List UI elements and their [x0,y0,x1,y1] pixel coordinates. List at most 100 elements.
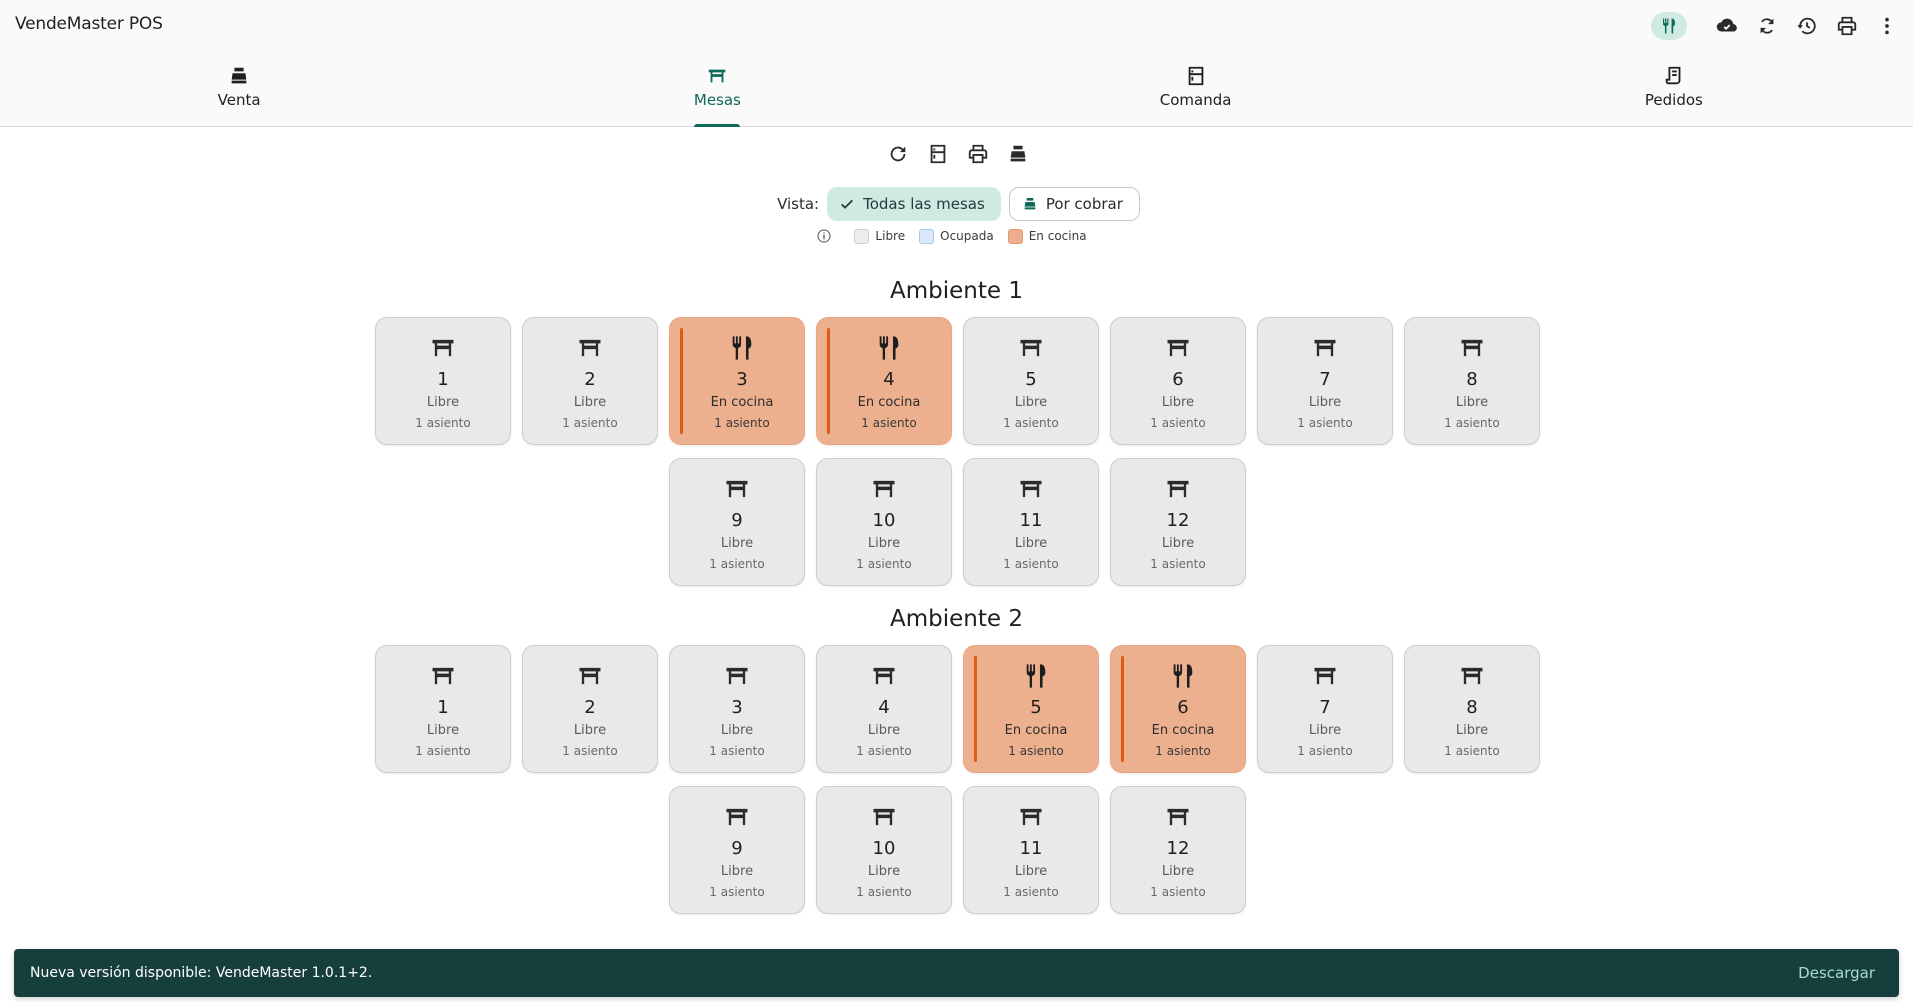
table-card[interactable]: 11 Libre 1 asiento [963,786,1099,914]
table-card[interactable]: 3 En cocina 1 asiento [669,317,805,445]
table-card[interactable]: 8 Libre 1 asiento [1404,645,1540,773]
table-number: 5 [1025,369,1037,390]
table-card[interactable]: 6 Libre 1 asiento [1110,317,1246,445]
table-seats: 1 asiento [856,557,912,571]
table-card[interactable]: 3 Libre 1 asiento [669,645,805,773]
table-number: 5 [1030,697,1042,718]
table-card[interactable]: 9 Libre 1 asiento [669,786,805,914]
table-icon [1016,475,1046,503]
cloud-status-button[interactable] [1709,8,1745,44]
download-button[interactable]: Descargar [1798,964,1875,982]
cash-register-icon [1022,196,1038,212]
legend-swatch-en-cocina [1007,228,1023,244]
refresh-icon [887,143,909,165]
table-card[interactable]: 5 En cocina 1 asiento [963,645,1099,773]
tab-venta[interactable]: Venta [0,50,478,126]
kitchen-icon [1185,65,1207,87]
kitchen-button[interactable] [926,142,950,166]
table-number: 8 [1466,697,1478,718]
table-card[interactable]: 9 Libre 1 asiento [669,458,805,586]
table-number: 6 [1172,369,1184,390]
restaurant-icon [1168,662,1198,690]
table-status: Libre [1161,536,1195,551]
table-number: 7 [1319,369,1331,390]
info-icon[interactable] [816,228,832,244]
restaurant-icon [874,334,904,362]
print-button[interactable] [1829,8,1865,44]
table-number: 9 [731,510,743,531]
table-card[interactable]: 7 Libre 1 asiento [1257,317,1393,445]
table-number: 8 [1466,369,1478,390]
table-card[interactable]: 12 Libre 1 asiento [1110,458,1246,586]
table-card[interactable]: 7 Libre 1 asiento [1257,645,1393,773]
table-status: En cocina [1151,723,1215,738]
table-card[interactable]: 10 Libre 1 asiento [816,458,952,586]
table-seats: 1 asiento [1444,416,1500,430]
filter-all-tables-chip[interactable]: Todas las mesas [827,187,1001,221]
table-number: 1 [437,697,449,718]
print-tables-button[interactable] [966,142,990,166]
table-card[interactable]: 4 Libre 1 asiento [816,645,952,773]
table-status: En cocina [1004,723,1068,738]
table-number: 3 [731,697,743,718]
table-card[interactable]: 4 En cocina 1 asiento [816,317,952,445]
table-seats: 1 asiento [709,885,765,899]
filter-to-charge-chip[interactable]: Por cobrar [1008,187,1140,221]
table-status: Libre [1014,536,1048,551]
table-card[interactable]: 2 Libre 1 asiento [522,645,658,773]
table-card[interactable]: 1 Libre 1 asiento [375,317,511,445]
tab-comanda[interactable]: Comanda [957,50,1435,126]
mesas-toolbar [0,142,1913,166]
table-status: Libre [867,536,901,551]
more-options-button[interactable] [1869,8,1905,44]
table-seats: 1 asiento [1297,744,1353,758]
app-bar-actions [1651,8,1905,44]
cash-register-icon [1007,143,1029,165]
table-status: Libre [1161,864,1195,879]
area-title: Ambiente 1 [890,278,1023,304]
table-card[interactable]: 11 Libre 1 asiento [963,458,1099,586]
refresh-button[interactable] [886,142,910,166]
table-status: Libre [1455,395,1489,410]
tab-pedidos[interactable]: Pedidos [1435,50,1913,126]
view-label: Vista: [777,195,820,213]
more-vert-icon [1876,15,1898,37]
table-seats: 1 asiento [709,557,765,571]
legend-swatch-ocupada [919,228,935,244]
table-card[interactable]: 6 En cocina 1 asiento [1110,645,1246,773]
sync-button[interactable] [1749,8,1785,44]
table-status: Libre [867,864,901,879]
area-1-grid: 1 Libre 1 asiento 2 Libre 1 asiento 3 En cocina… [375,317,1540,586]
table-number: 2 [584,697,596,718]
table-card[interactable]: 10 Libre 1 asiento [816,786,952,914]
table-card[interactable]: 2 Libre 1 asiento [522,317,658,445]
table-status: Libre [426,723,460,738]
history-icon [1796,15,1818,37]
restaurant-icon [727,334,757,362]
tab-mesas[interactable]: Mesas [478,50,956,126]
tab-label: Comanda [1159,91,1232,109]
table-number: 3 [736,369,748,390]
table-number: 10 [872,510,896,531]
table-card[interactable]: 1 Libre 1 asiento [375,645,511,773]
cash-register-button[interactable] [1006,142,1030,166]
table-seats: 1 asiento [1003,885,1059,899]
table-icon [1016,334,1046,362]
table-status: Libre [573,723,607,738]
table-card[interactable]: 12 Libre 1 asiento [1110,786,1246,914]
table-seats: 1 asiento [562,416,618,430]
table-card[interactable]: 8 Libre 1 asiento [1404,317,1540,445]
table-status: Libre [1308,723,1342,738]
table-seats: 1 asiento [1003,416,1059,430]
print-icon [967,143,989,165]
restaurant-mode-button[interactable] [1651,12,1687,40]
table-seats: 1 asiento [562,744,618,758]
table-seats: 1 asiento [861,416,917,430]
table-card[interactable]: 5 Libre 1 asiento [963,317,1099,445]
tab-label: Pedidos [1644,91,1703,109]
table-icon [1163,803,1193,831]
table-seats: 1 asiento [1008,744,1064,758]
table-icon [722,662,752,690]
table-seats: 1 asiento [714,416,770,430]
history-button[interactable] [1789,8,1825,44]
